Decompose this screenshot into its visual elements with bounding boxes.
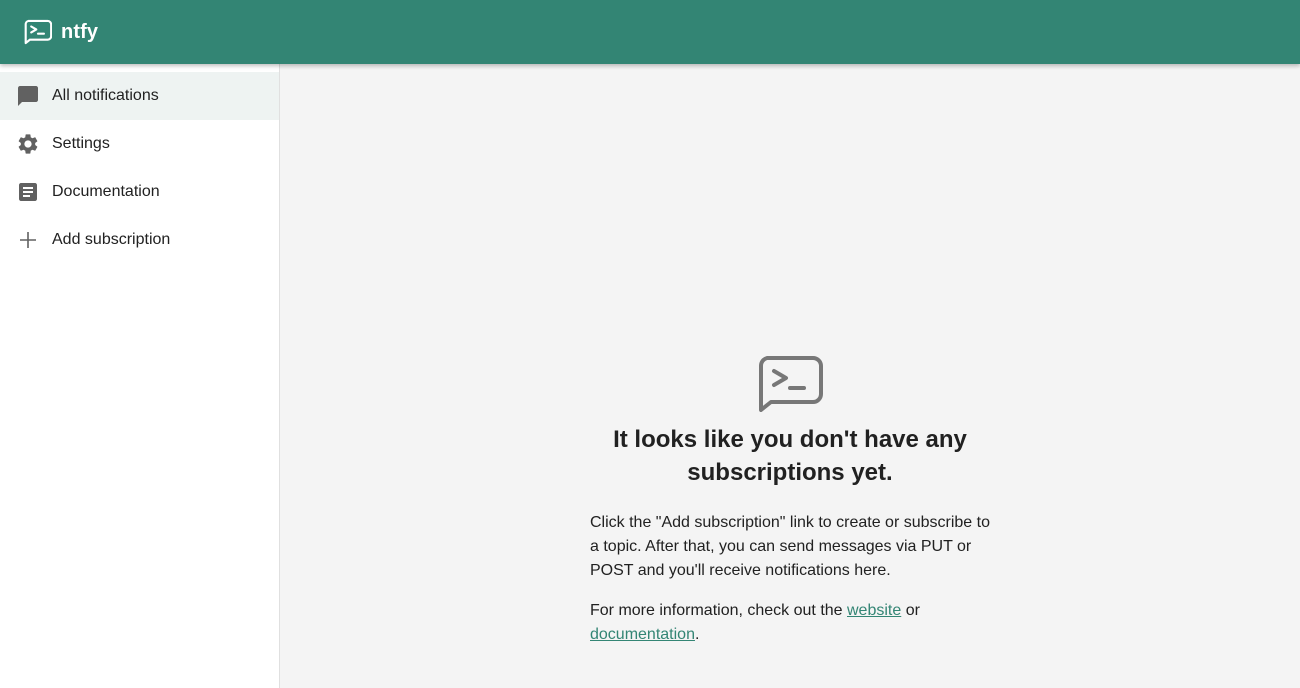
- sidebar-item-label: Settings: [52, 135, 110, 152]
- more-info-mid: or: [901, 602, 920, 619]
- documentation-link[interactable]: documentation: [590, 626, 695, 643]
- terminal-message-icon: [24, 19, 52, 45]
- website-link[interactable]: website: [847, 602, 901, 619]
- empty-state-description: Click the "Add subscription" link to cre…: [590, 514, 990, 579]
- gear-icon: [16, 132, 40, 156]
- plus-icon: [16, 228, 40, 252]
- sidebar-item-label: All notifications: [52, 87, 159, 104]
- article-icon: [16, 180, 40, 204]
- empty-state-more-info: For more information, check out the webs…: [590, 599, 990, 647]
- terminal-message-icon: [759, 356, 823, 412]
- more-info-prefix: For more information, check out the: [590, 602, 847, 619]
- chat-bubble-icon: [16, 84, 40, 108]
- sidebar-item-label: Add subscription: [52, 231, 171, 248]
- sidebar-item-settings[interactable]: Settings: [0, 120, 279, 168]
- empty-state-heading: It looks like you don't have any subscri…: [613, 426, 967, 486]
- main-content: It looks like you don't have any subscri…: [280, 64, 1300, 688]
- sidebar-item-all-notifications[interactable]: All notifications: [0, 72, 279, 120]
- sidebar-item-add-subscription[interactable]: Add subscription: [0, 216, 279, 264]
- app-bar: ntfy: [0, 0, 1300, 64]
- empty-state: It looks like you don't have any subscri…: [590, 356, 990, 647]
- app-title: ntfy: [61, 20, 99, 43]
- sidebar-item-documentation[interactable]: Documentation: [0, 168, 279, 216]
- more-info-suffix: .: [694, 626, 700, 643]
- sidebar-item-label: Documentation: [52, 183, 160, 200]
- sidebar: All notifications Settings Documentation…: [0, 64, 280, 688]
